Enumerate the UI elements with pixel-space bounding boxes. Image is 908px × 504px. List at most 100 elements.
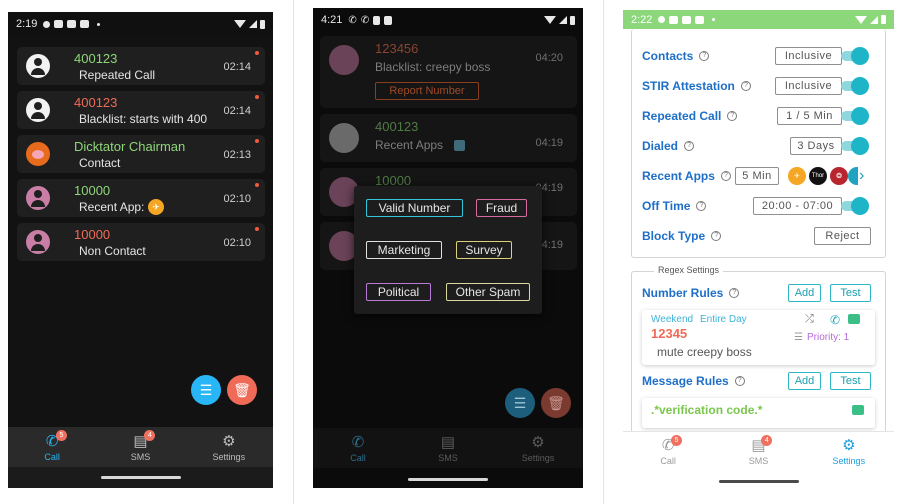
- notification-icons: [658, 15, 716, 24]
- call-number: Dicktator Chairman: [74, 139, 186, 154]
- phone-call-log: 2:19 400123 Repeated Call 02:14 400123 B…: [8, 12, 273, 488]
- setting-row-recent-apps: Recent Apps ? 5 Min ✈ Thor ❂ ›: [642, 165, 877, 187]
- status-bar: 4:21 ✆ ✆: [313, 8, 583, 32]
- call-item[interactable]: 400123 Recent Apps 04:19: [320, 114, 577, 162]
- call-detail: Blacklist: starts with 400: [79, 112, 208, 126]
- phone-icon: ✆: [351, 434, 365, 451]
- call-number: 400123: [375, 119, 419, 134]
- setting-value[interactable]: 3 Days: [790, 137, 842, 155]
- call-detail: Blacklist: creepy boss: [375, 60, 491, 74]
- tab-label: SMS: [130, 452, 151, 462]
- chip-survey[interactable]: Survey: [456, 241, 512, 259]
- home-indicator[interactable]: [100, 476, 181, 479]
- chip-other-spam[interactable]: Other Spam: [446, 283, 530, 301]
- home-indicator[interactable]: [408, 478, 488, 481]
- call-item[interactable]: 10000 Non Contact 02:10: [17, 223, 265, 261]
- filter-button[interactable]: ☰: [505, 388, 535, 418]
- call-detail: Recent Apps: [375, 138, 444, 152]
- help-icon[interactable]: ?: [729, 288, 740, 298]
- call-time: 02:10: [223, 193, 251, 205]
- filter-button[interactable]: ☰: [191, 375, 221, 405]
- help-icon[interactable]: ?: [711, 231, 722, 241]
- help-icon[interactable]: ?: [734, 376, 745, 386]
- message-rule-item[interactable]: .*verification code.*: [642, 398, 875, 428]
- chip-marketing[interactable]: Marketing: [366, 241, 442, 259]
- toggle-switch[interactable]: [841, 47, 869, 65]
- toggle-switch[interactable]: [841, 77, 869, 95]
- test-number-rule-button[interactable]: Test: [830, 284, 871, 302]
- chevron-right-icon[interactable]: ›: [859, 167, 864, 185]
- chip-political[interactable]: Political: [366, 283, 431, 301]
- status-bar: 2:19: [8, 12, 273, 36]
- toggle-switch[interactable]: [841, 197, 869, 215]
- block-type-dropdown[interactable]: Reject: [814, 227, 871, 245]
- call-number: 10000: [74, 227, 111, 242]
- tab-label: Call: [660, 456, 676, 466]
- help-icon[interactable]: ?: [684, 141, 695, 151]
- chip-valid-number[interactable]: Valid Number: [366, 199, 463, 217]
- delete-button[interactable]: 🗑: [227, 375, 257, 405]
- filter-settings-card: Contacts ? Inclusive STIR Attestation ? …: [631, 29, 886, 258]
- setting-value[interactable]: 20:00 - 07:00: [753, 197, 842, 215]
- wifi-icon: [544, 16, 556, 24]
- number-rules-label: Number Rules: [642, 286, 724, 300]
- help-icon[interactable]: ?: [720, 171, 731, 181]
- setting-value[interactable]: Inclusive: [775, 77, 842, 95]
- tab-call[interactable]: ✆ Call: [313, 428, 403, 468]
- call-item[interactable]: Dicktator Chairman Contact 02:13: [17, 135, 265, 173]
- toggle-switch[interactable]: [841, 137, 869, 155]
- tab-settings[interactable]: ⚙ Settings: [185, 427, 273, 467]
- person-white-icon: [26, 98, 50, 122]
- setting-row-stir: STIR Attestation ? Inclusive: [642, 75, 877, 97]
- chip-fraud[interactable]: Fraud: [476, 199, 527, 217]
- report-number-button[interactable]: Report Number: [375, 82, 479, 100]
- call-badge: 5: [56, 430, 67, 441]
- add-number-rule-button[interactable]: Add: [788, 284, 821, 302]
- bottom-navigation: ✆ 5 Call ▤ 4 SMS ⚙ Settings: [623, 431, 894, 471]
- help-icon[interactable]: ?: [727, 111, 738, 121]
- delete-button[interactable]: 🗑: [541, 388, 571, 418]
- tab-settings[interactable]: ⚙ Settings: [804, 432, 894, 471]
- add-message-rule-button[interactable]: Add: [788, 372, 821, 390]
- call-item[interactable]: 400123 Repeated Call 02:14: [17, 47, 265, 85]
- trash-icon: 🗑: [233, 381, 251, 398]
- tab-sms[interactable]: ▤ SMS: [403, 428, 493, 468]
- recent-app-plane-icon[interactable]: ✈: [788, 167, 806, 185]
- call-time: 02:14: [223, 105, 251, 117]
- recent-app-icon[interactable]: [848, 167, 858, 185]
- filter-icon: ☰: [513, 394, 527, 411]
- message-notification-icon: [54, 20, 64, 28]
- notification-icon: [682, 15, 692, 24]
- test-message-rule-button[interactable]: Test: [830, 372, 871, 390]
- call-item[interactable]: 123456 Blacklist: creepy boss 04:20 Repo…: [320, 36, 577, 108]
- help-icon[interactable]: ?: [740, 81, 751, 91]
- call-time: 04:20: [535, 52, 563, 64]
- setting-value[interactable]: 1 / 5 Min: [777, 107, 842, 125]
- recent-app-thor-icon[interactable]: Thor: [809, 167, 827, 185]
- call-item[interactable]: 10000 Recent App: ✈ 02:10: [17, 179, 265, 217]
- tab-sms[interactable]: ▤ 4 SMS: [96, 427, 184, 467]
- person-pink-icon: [329, 45, 359, 75]
- toggle-switch[interactable]: [841, 107, 869, 125]
- setting-label: Block Type: [642, 229, 706, 243]
- notification-icons: [43, 20, 101, 28]
- signal-icon: [870, 15, 878, 24]
- tab-sms[interactable]: ▤ 4 SMS: [713, 432, 803, 471]
- bottom-navigation: ✆ Call ▤ SMS ⚙ Settings: [313, 428, 583, 468]
- sms-badge: 4: [761, 435, 773, 446]
- setting-row-dialed: Dialed ? 3 Days: [642, 135, 877, 157]
- call-detail: Non Contact: [79, 244, 146, 258]
- recent-app-icon[interactable]: ❂: [830, 167, 848, 185]
- setting-value[interactable]: 5 Min: [735, 167, 779, 185]
- help-icon[interactable]: ?: [699, 51, 710, 61]
- message-icon: ▤: [440, 434, 456, 451]
- tab-call[interactable]: ✆ 5 Call: [8, 427, 96, 467]
- number-rule-item[interactable]: Weekend Entire Day 12345 mute creepy bos…: [642, 310, 875, 365]
- call-item[interactable]: 400123 Blacklist: starts with 400 02:14: [17, 91, 265, 129]
- help-icon[interactable]: ?: [696, 201, 707, 211]
- setting-value[interactable]: Inclusive: [775, 47, 842, 65]
- tab-call[interactable]: ✆ 5 Call: [623, 432, 713, 471]
- tab-settings[interactable]: ⚙ Settings: [493, 428, 583, 468]
- notification-icon: [658, 16, 666, 23]
- home-indicator[interactable]: [718, 480, 799, 483]
